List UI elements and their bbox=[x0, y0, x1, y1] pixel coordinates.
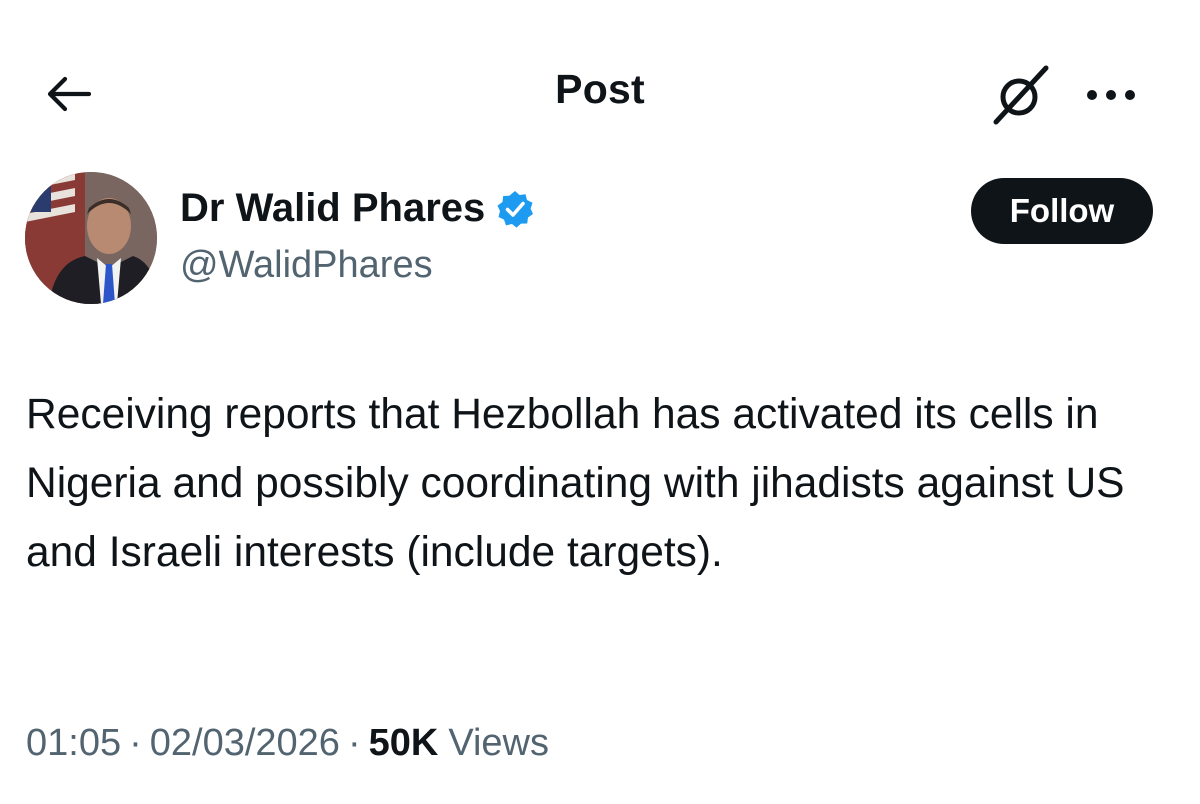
avatar[interactable] bbox=[25, 172, 157, 304]
views-count[interactable]: 50K bbox=[369, 722, 439, 765]
separator: · bbox=[347, 722, 361, 764]
post-date[interactable]: 02/03/2026 bbox=[150, 722, 340, 765]
grok-icon bbox=[993, 65, 1049, 125]
post-metadata: 01:05 · 02/03/2026 · 50K Views bbox=[26, 722, 549, 765]
post-time[interactable]: 01:05 bbox=[26, 722, 121, 765]
author-name-text: Dr Walid Phares bbox=[180, 186, 486, 230]
verified-badge-icon bbox=[497, 190, 534, 228]
post-text: Receiving reports that Hezbollah has act… bbox=[26, 391, 1125, 576]
more-horizontal-icon bbox=[1087, 90, 1135, 100]
views-label: Views bbox=[448, 722, 549, 764]
grok-button[interactable] bbox=[986, 60, 1056, 130]
author-handle[interactable]: @WalidPhares bbox=[180, 244, 433, 287]
author-name[interactable]: Dr Walid Phares bbox=[180, 186, 535, 231]
more-options-button[interactable] bbox=[1076, 70, 1146, 120]
follow-button[interactable]: Follow bbox=[971, 178, 1153, 244]
separator: · bbox=[129, 722, 142, 764]
top-bar: Post bbox=[0, 0, 1200, 160]
avatar-photo bbox=[25, 172, 157, 304]
post-page: Post Dr Walid Phares @WalidPhares Follow… bbox=[0, 0, 1200, 804]
